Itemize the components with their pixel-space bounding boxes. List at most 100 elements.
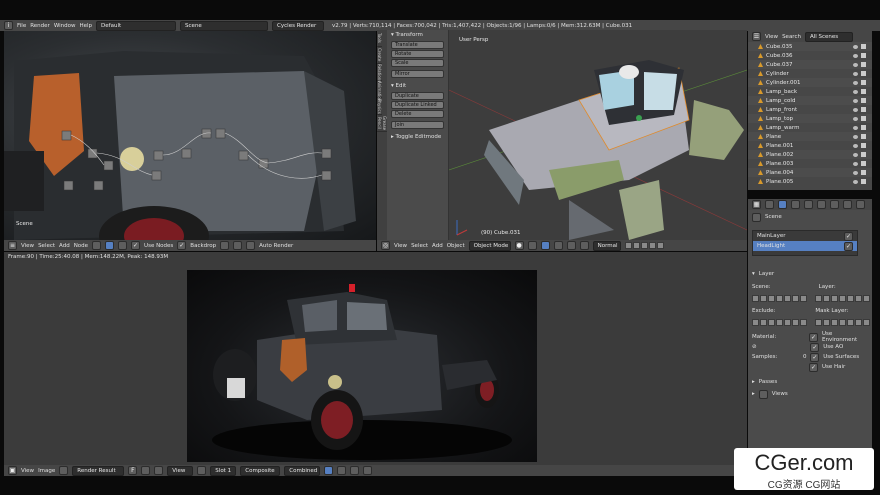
scale-manipulator-icon[interactable] [579, 241, 589, 250]
mirror-button[interactable]: Mirror [391, 70, 444, 78]
eye-icon[interactable] [853, 116, 858, 121]
eye-icon[interactable] [853, 44, 858, 49]
eye-icon[interactable] [853, 80, 858, 85]
tab-animation[interactable]: Animation [377, 81, 382, 101]
render-layer-selector[interactable]: Composite [240, 465, 281, 476]
list-item[interactable]: Lamp_cold [748, 96, 872, 105]
list-item[interactable]: Plane.002 [748, 150, 872, 159]
render-layer-item-selected[interactable]: HeadLight ✓ [753, 241, 857, 251]
render-layer-checkbox[interactable]: ✓ [844, 241, 853, 251]
eye-icon[interactable] [853, 98, 858, 103]
exclude-layer-buttons[interactable] [752, 318, 807, 326]
viewport-type-icon[interactable]: ◎ [381, 241, 390, 250]
image-selector[interactable]: Render Result [72, 465, 125, 476]
duplicate-button[interactable]: Duplicate [391, 92, 444, 100]
material-field[interactable]: ⊘ [752, 344, 806, 350]
viewport-menu-object[interactable]: Object [447, 243, 465, 249]
samples-field[interactable]: Samples: 0 [752, 354, 806, 360]
translate-button[interactable]: Translate [391, 41, 444, 49]
object-tab-icon[interactable] [817, 200, 826, 209]
passes-panel-head[interactable]: ▸ Passes [748, 376, 872, 388]
scene-layer-buttons[interactable] [752, 294, 807, 302]
image-editor-area[interactable] [4, 261, 747, 465]
layout-selector[interactable]: Default [96, 20, 177, 31]
auto-render-checkbox[interactable] [246, 241, 256, 250]
list-item[interactable]: Cylinder.001 [748, 78, 872, 87]
render-icon[interactable] [861, 152, 866, 157]
render-icon[interactable] [861, 89, 866, 94]
render-layer-item[interactable]: MainLayer ✓ [753, 231, 857, 241]
shader-nodes-icon[interactable] [92, 241, 102, 250]
display-channels-icon[interactable] [324, 466, 334, 475]
red-channel-icon[interactable] [363, 466, 373, 475]
views-panel-head[interactable]: ▸ Views [748, 388, 872, 400]
view-mode-selector[interactable]: View [167, 465, 194, 476]
render-icon[interactable] [861, 107, 866, 112]
list-item[interactable]: Lamp_top [748, 114, 872, 123]
render-engine-selector[interactable]: Cycles Render [272, 20, 325, 31]
texture-nodes-icon[interactable] [118, 241, 128, 250]
node-editor-area[interactable]: Scene [4, 31, 376, 240]
render-icon[interactable] [861, 161, 866, 166]
mask-layer-buttons[interactable] [815, 318, 870, 326]
world-tab-icon[interactable] [804, 200, 813, 209]
outliner-type-icon[interactable]: ☰ [752, 32, 761, 41]
scene-selector[interactable]: Scene [180, 20, 269, 31]
list-item[interactable]: Plane [748, 132, 872, 141]
image-editor-type-icon[interactable]: ▣ [8, 466, 17, 475]
use-surfaces-checkbox[interactable]: ✓ [810, 352, 820, 362]
render-icon[interactable] [861, 116, 866, 121]
image-menu-image[interactable]: Image [38, 468, 55, 474]
image-fake-user-icon[interactable]: F [128, 466, 138, 475]
viewport-shading-icon[interactable]: ● [514, 241, 524, 250]
viewport-menu-view[interactable]: View [394, 243, 407, 249]
material-tab-icon[interactable] [843, 200, 852, 209]
viewport-menu-add[interactable]: Add [432, 243, 443, 249]
render-layer-checkbox[interactable]: ✓ [844, 231, 853, 241]
outliner-menu-view[interactable]: View [765, 34, 778, 40]
image-settings-icon[interactable] [197, 466, 207, 475]
render-icon[interactable] [861, 44, 866, 49]
render-icon[interactable] [861, 71, 866, 76]
render-icon[interactable] [861, 179, 866, 184]
tab-tools[interactable]: Tools [377, 30, 382, 47]
transform-orientation-selector[interactable]: Normal [592, 240, 621, 251]
list-item[interactable]: Cube.037 [748, 60, 872, 69]
render-icon[interactable] [861, 143, 866, 148]
scene-tab-icon[interactable] [791, 200, 800, 209]
backdrop-channel-icon[interactable] [220, 241, 230, 250]
toggle-editmode-head[interactable]: ▸ Toggle Editmode [387, 132, 448, 142]
editor-type-icon[interactable]: i [4, 21, 13, 30]
eye-icon[interactable] [853, 134, 858, 139]
eye-icon[interactable] [853, 125, 858, 130]
properties-type-icon[interactable]: ▦ [752, 200, 761, 209]
tab-grease-pencil[interactable]: Grease Pencil [377, 115, 387, 132]
node-menu-select[interactable]: Select [38, 243, 55, 249]
list-item[interactable]: Plane.004 [748, 168, 872, 177]
tab-create[interactable]: Create [377, 47, 382, 64]
render-icon[interactable] [861, 125, 866, 130]
layer-panel-head[interactable]: ▾ Layer [748, 268, 872, 280]
image-pin-icon[interactable] [154, 466, 164, 475]
join-button[interactable]: Join [391, 121, 444, 129]
eye-icon[interactable] [853, 71, 858, 76]
eye-icon[interactable] [853, 170, 858, 175]
render-layers-tab-icon[interactable] [778, 200, 787, 209]
menu-file[interactable]: File [17, 23, 26, 29]
use-environment-checkbox[interactable]: ✓ [809, 332, 818, 342]
duplicate-linked-button[interactable]: Duplicate Linked [391, 101, 444, 109]
use-hair-checkbox[interactable]: ✓ [809, 362, 818, 372]
use-nodes-checkbox[interactable]: ✓ [131, 241, 141, 250]
outliner-menu-search[interactable]: Search [782, 34, 801, 40]
interaction-mode-selector[interactable]: Object Mode [468, 240, 511, 251]
eye-icon[interactable] [853, 143, 858, 148]
eye-icon[interactable] [853, 179, 858, 184]
backdrop-checkbox[interactable]: ✓ [177, 241, 187, 250]
menu-help[interactable]: Help [80, 23, 93, 29]
modifiers-tab-icon[interactable] [830, 200, 839, 209]
render-icon[interactable] [861, 62, 866, 67]
pivot-point-icon[interactable] [527, 241, 537, 250]
list-item[interactable]: Plane.003 [748, 159, 872, 168]
slot-selector[interactable]: Slot 1 [210, 465, 237, 476]
node-editor-type-icon[interactable]: ≡ [8, 241, 17, 250]
